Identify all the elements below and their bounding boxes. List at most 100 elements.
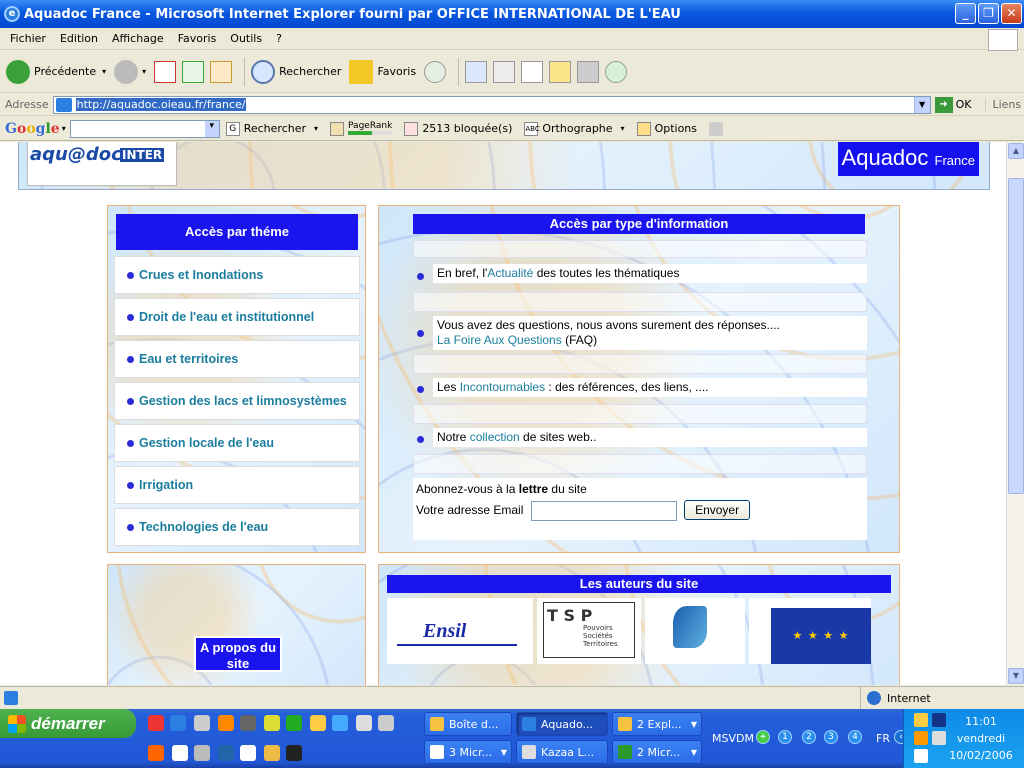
chevron-down-icon[interactable]: ▾ bbox=[142, 67, 146, 76]
incontournables-link[interactable]: Incontournables bbox=[460, 380, 545, 394]
address-input[interactable]: http://aquadoc.oieau.fr/france/ ▼ bbox=[52, 95, 931, 114]
links-label[interactable]: Liens bbox=[985, 98, 1021, 111]
quicklaunch-icon[interactable] bbox=[286, 715, 302, 731]
messenger-icon[interactable] bbox=[605, 60, 628, 83]
pst-logo[interactable]: T S P Pouvoirs Sociétés Territoires bbox=[537, 598, 641, 664]
actualite-link[interactable]: Actualité bbox=[487, 266, 533, 280]
theme-link[interactable]: Droit de l'eau et institutionnel bbox=[139, 310, 314, 324]
quicklaunch-icon[interactable] bbox=[310, 715, 326, 731]
research-icon[interactable] bbox=[577, 60, 600, 83]
minimize-button[interactable]: _ bbox=[955, 3, 976, 24]
email-field[interactable] bbox=[530, 500, 677, 521]
clock[interactable]: 11:01 vendredi 10/02/2006 bbox=[938, 713, 1024, 764]
quicklaunch-icon[interactable] bbox=[194, 715, 210, 731]
theme-item[interactable]: Crues et Inondations bbox=[114, 256, 360, 294]
pencil-icon[interactable] bbox=[709, 121, 724, 136]
favorites-button[interactable]: Favoris bbox=[349, 59, 416, 84]
virtual-desktop-1[interactable]: 1 bbox=[778, 730, 792, 744]
word-edit-icon[interactable] bbox=[521, 60, 544, 83]
theme-item[interactable]: Gestion locale de l'eau bbox=[114, 424, 360, 462]
quicklaunch-icon[interactable] bbox=[148, 745, 164, 761]
tray-icon[interactable] bbox=[914, 731, 928, 745]
go-button[interactable]: OK bbox=[956, 98, 972, 111]
faq-link[interactable]: La Foire Aux Questions bbox=[437, 333, 562, 347]
virtual-desktop-2[interactable]: 2 bbox=[802, 730, 816, 744]
task-button-active[interactable]: Aquado... bbox=[516, 712, 608, 736]
chevron-down-icon[interactable]: ▾ bbox=[62, 124, 66, 133]
theme-link[interactable]: Eau et territoires bbox=[139, 352, 238, 366]
university-logo[interactable] bbox=[645, 598, 745, 664]
maximize-button[interactable]: ❐ bbox=[978, 3, 999, 24]
google-logo[interactable]: Google bbox=[5, 121, 60, 137]
pagerank-indicator[interactable]: PageRank bbox=[330, 121, 392, 136]
theme-item[interactable]: Irrigation bbox=[114, 466, 360, 504]
quicklaunch-icon[interactable] bbox=[218, 745, 234, 761]
virtual-desktop-3[interactable]: 3 bbox=[824, 730, 838, 744]
start-button[interactable]: démarrer bbox=[0, 709, 136, 738]
vertical-scrollbar[interactable]: ▲ ▼ bbox=[1006, 142, 1024, 685]
theme-item[interactable]: Gestion des lacs et limnosystèmes bbox=[114, 382, 360, 420]
menu-favoris[interactable]: Favoris bbox=[171, 32, 224, 45]
quicklaunch-icon[interactable] bbox=[240, 745, 256, 761]
quicklaunch-icon[interactable] bbox=[170, 715, 186, 731]
history-icon[interactable] bbox=[424, 60, 447, 83]
print-icon[interactable] bbox=[493, 60, 516, 83]
scroll-thumb[interactable] bbox=[1008, 178, 1024, 494]
language-indicator[interactable]: FR bbox=[876, 732, 890, 745]
stop-icon[interactable] bbox=[154, 60, 177, 83]
scroll-down-icon[interactable]: ▼ bbox=[1008, 668, 1024, 684]
menu-help[interactable]: ? bbox=[269, 32, 289, 45]
google-search-input[interactable] bbox=[69, 119, 220, 138]
task-button[interactable]: Boîte d... bbox=[424, 712, 512, 736]
quicklaunch-icon[interactable] bbox=[240, 715, 256, 731]
chevron-down-icon[interactable]: ▾ bbox=[621, 124, 625, 133]
theme-link[interactable]: Technologies de l'eau bbox=[139, 520, 268, 534]
popup-blocker[interactable]: 2513 bloquée(s) bbox=[404, 121, 512, 136]
about-heading[interactable]: A propos du site bbox=[194, 636, 282, 672]
theme-link[interactable]: Gestion des lacs et limnosystèmes bbox=[139, 394, 347, 408]
quicklaunch-icon[interactable] bbox=[332, 715, 348, 731]
quicklaunch-icon[interactable] bbox=[194, 745, 210, 761]
theme-item[interactable]: Eau et territoires bbox=[114, 340, 360, 378]
forward-button[interactable]: ▾ bbox=[114, 59, 146, 84]
theme-item[interactable]: Droit de l'eau et institutionnel bbox=[114, 298, 360, 336]
theme-link[interactable]: Crues et Inondations bbox=[139, 268, 263, 282]
mail-tray-icon[interactable] bbox=[914, 713, 928, 727]
search-button[interactable]: Rechercher bbox=[251, 59, 341, 84]
quicklaunch-icon[interactable] bbox=[264, 715, 280, 731]
quicklaunch-icon[interactable] bbox=[356, 715, 372, 731]
send-button[interactable]: Envoyer bbox=[684, 500, 751, 520]
quicklaunch-icon[interactable] bbox=[148, 715, 164, 731]
ensil-logo[interactable]: Ensil bbox=[387, 598, 533, 664]
go-arrow-icon[interactable]: ➜ bbox=[934, 96, 953, 113]
note-icon[interactable] bbox=[549, 60, 572, 83]
theme-item[interactable]: Technologies de l'eau bbox=[114, 508, 360, 546]
quicklaunch-icon[interactable] bbox=[218, 715, 234, 731]
back-button[interactable]: Précédente ▾ bbox=[6, 59, 106, 84]
menu-outils[interactable]: Outils bbox=[223, 32, 269, 45]
theme-link[interactable]: Gestion locale de l'eau bbox=[139, 436, 274, 450]
menu-edition[interactable]: Edition bbox=[53, 32, 105, 45]
quicklaunch-icon[interactable] bbox=[172, 745, 188, 761]
quicklaunch-icon[interactable] bbox=[378, 715, 394, 731]
refresh-icon[interactable] bbox=[182, 60, 205, 83]
quicklaunch-icon[interactable] bbox=[286, 745, 302, 761]
close-button[interactable]: ✕ bbox=[1001, 3, 1022, 24]
tray-icon[interactable] bbox=[914, 749, 928, 763]
theme-link[interactable]: Irrigation bbox=[139, 478, 193, 492]
task-button[interactable]: 3 Micr... ▼ bbox=[424, 740, 512, 764]
aquadoc-inter-logo[interactable]: aqu@doc INTER bbox=[27, 142, 177, 186]
quicklaunch-icon[interactable] bbox=[264, 745, 280, 761]
google-search-button[interactable]: G Rechercher ▾ bbox=[225, 121, 318, 136]
address-url[interactable]: http://aquadoc.oieau.fr/france/ bbox=[75, 98, 247, 111]
options-button[interactable]: Options bbox=[636, 121, 697, 136]
task-button[interactable]: 2 Micr... ▼ bbox=[612, 740, 702, 764]
home-icon[interactable] bbox=[210, 60, 233, 83]
chevron-down-icon[interactable]: ▾ bbox=[102, 67, 106, 76]
mail-icon[interactable] bbox=[465, 60, 488, 83]
collection-link[interactable]: collection bbox=[470, 430, 520, 444]
menu-affichage[interactable]: Affichage bbox=[105, 32, 171, 45]
desktop-add-icon[interactable]: + bbox=[756, 730, 770, 744]
eu-flag-logo[interactable]: ★ ★ ★ ★ bbox=[749, 598, 871, 664]
task-button[interactable]: Kazaa L... bbox=[516, 740, 608, 764]
